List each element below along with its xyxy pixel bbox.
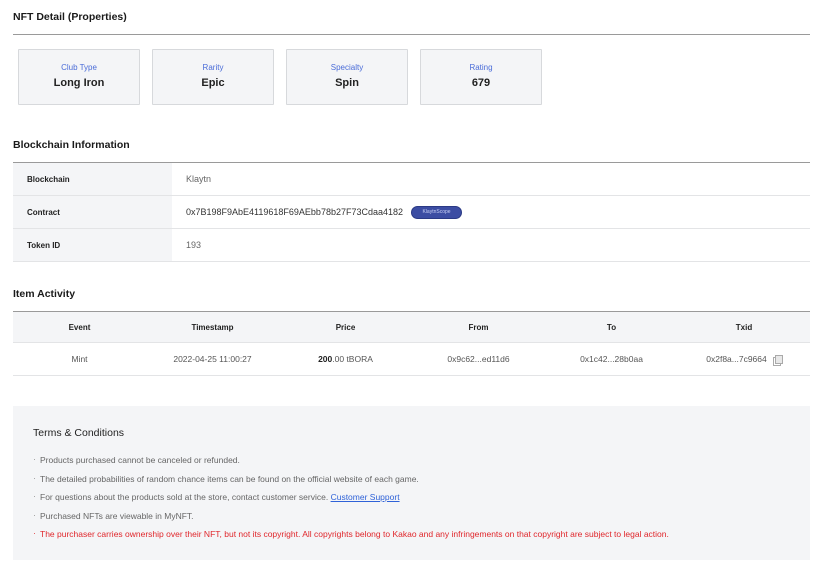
nft-detail-title: NFT Detail (Properties) <box>13 11 127 23</box>
klaytnscope-button[interactable]: KlaytnScope <box>411 205 463 219</box>
property-card-club-type: Club Type Long Iron <box>18 49 140 105</box>
column-header-price: Price <box>335 322 356 332</box>
property-label: Club Type <box>61 63 97 72</box>
table-row: Blockchain Klaytn <box>13 163 810 196</box>
property-value: Long Iron <box>53 77 105 89</box>
blockchain-table: Blockchain Klaytn Contract 0x7B198F9AbE4… <box>13 162 810 262</box>
contract-cell: 0x7B198F9AbE4119618F69AEbb78b27F73Cdaa41… <box>172 196 810 228</box>
table-row: Token ID 193 <box>13 229 810 262</box>
txid-value: 0x2f8a...7c9664 <box>706 354 767 364</box>
terms-list: Products purchased cannot be canceled or… <box>33 453 669 547</box>
blockchain-key: Blockchain <box>13 163 172 195</box>
divider <box>13 34 810 35</box>
terms-item: Purchased NFTs are viewable in MyNFT. <box>33 509 669 529</box>
contract-key: Contract <box>13 196 172 228</box>
event-cell: Mint <box>71 354 88 364</box>
property-label: Specialty <box>330 63 364 72</box>
from-address: 0x9c62...ed11d6 <box>447 354 510 364</box>
column-header-timestamp: Timestamp <box>191 322 234 332</box>
property-cards: Club Type Long Iron Rarity Epic Specialt… <box>18 49 542 105</box>
terms-panel: Terms & Conditions Products purchased ca… <box>13 406 810 560</box>
terms-item: For questions about the products sold at… <box>33 490 669 510</box>
timestamp-cell: 2022-04-25 11:00:27 <box>173 354 252 364</box>
property-label: Rating <box>469 63 493 72</box>
column-header-from: From <box>468 322 489 332</box>
property-label: Rarity <box>202 63 224 72</box>
column-header-txid: Txid <box>735 322 753 332</box>
column-header-event: Event <box>68 322 91 332</box>
terms-item-copyright-warning: The purchaser carries ownership over the… <box>33 527 669 547</box>
activity-table: Event Timestamp Price From To Txid Mint … <box>13 311 810 376</box>
activity-header: Event Timestamp Price From To Txid <box>13 312 810 343</box>
table-row: Mint 2022-04-25 11:00:27 200.00 tBORA 0x… <box>13 343 810 376</box>
property-value: Epic <box>201 77 225 89</box>
to-address: 0x1c42...28b0aa <box>580 354 643 364</box>
token-id-value: 193 <box>186 240 202 250</box>
txid-cell: 0x2f8a...7c9664 <box>678 343 810 375</box>
terms-item: Products purchased cannot be canceled or… <box>33 453 669 473</box>
terms-item-text: For questions about the products sold at… <box>40 492 329 502</box>
item-activity-title: Item Activity <box>13 288 76 300</box>
copy-icon[interactable] <box>772 354 783 366</box>
price-cell: 200.00 tBORA <box>279 343 412 375</box>
token-id-key: Token ID <box>13 229 172 261</box>
terms-title: Terms & Conditions <box>33 427 125 439</box>
blockchain-value: Klaytn <box>186 174 212 184</box>
property-card-rarity: Rarity Epic <box>152 49 274 105</box>
property-value: Spin <box>335 77 359 89</box>
terms-item: The detailed probabilities of random cha… <box>33 472 669 492</box>
contract-address: 0x7B198F9AbE4119618F69AEbb78b27F73Cdaa41… <box>186 207 404 217</box>
blockchain-info-title: Blockchain Information <box>13 139 130 151</box>
price-suffix: .00 tBORA <box>332 354 373 364</box>
property-value: 679 <box>471 77 491 89</box>
customer-support-link[interactable]: Customer Support <box>331 492 400 502</box>
column-header-to: To <box>606 322 617 332</box>
price-amount: 200 <box>318 354 333 364</box>
property-card-rating: Rating 679 <box>420 49 542 105</box>
property-card-specialty: Specialty Spin <box>286 49 408 105</box>
table-row: Contract 0x7B198F9AbE4119618F69AEbb78b27… <box>13 196 810 229</box>
